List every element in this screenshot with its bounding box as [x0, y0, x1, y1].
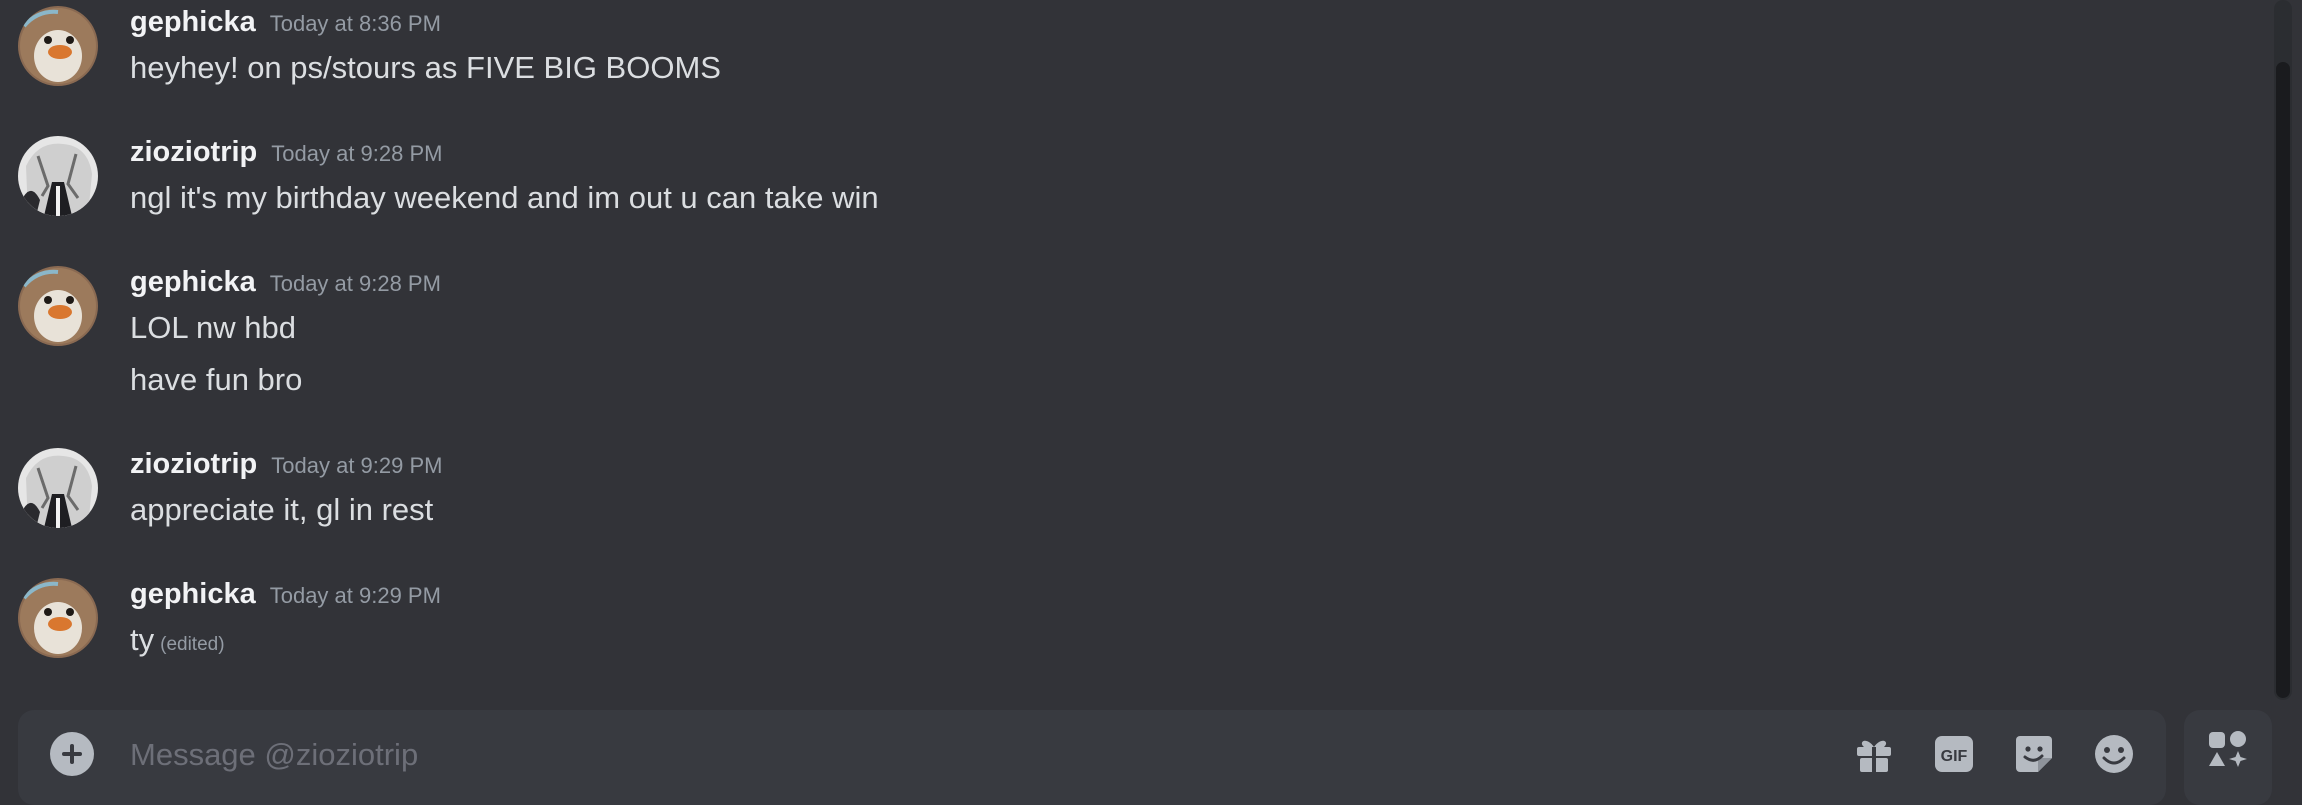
emoji-icon: [2095, 735, 2133, 773]
scrollbar-thumb[interactable]: [2276, 62, 2290, 698]
timestamp[interactable]: Today at 9:28 PM: [271, 141, 442, 166]
message-header: zioziotrip Today at 9:28 PM: [130, 136, 442, 169]
message-header: gephicka Today at 9:28 PM: [130, 266, 441, 299]
message-text: LOL nw hbd: [130, 310, 297, 345]
username[interactable]: gephicka: [130, 6, 256, 38]
sticker-button[interactable]: [2010, 730, 2058, 778]
message-text: appreciate it, gl in rest: [130, 492, 434, 527]
sticker-icon: [2016, 736, 2052, 772]
message-group: zioziotrip Today at 9:28 PM ngl it's my b…: [0, 136, 2270, 236]
message-group: gephicka Today at 8:36 PM heyhey! on ps/s…: [0, 6, 2270, 106]
username[interactable]: zioziotrip: [130, 136, 257, 168]
message-header: zioziotrip Today at 9:29 PM: [130, 448, 442, 481]
avatar-gephicka[interactable]: [18, 578, 98, 658]
message-group: zioziotrip Today at 9:29 PM appreciate it…: [0, 448, 2270, 548]
message-text-content: ty: [130, 622, 155, 657]
avatar-zioziotrip[interactable]: [18, 136, 98, 216]
timestamp[interactable]: Today at 9:29 PM: [271, 453, 442, 478]
message-group: gephicka Today at 9:29 PM ty (edited): [0, 578, 2270, 678]
emoji-button[interactable]: [2090, 730, 2138, 778]
username[interactable]: gephicka: [130, 578, 256, 610]
message-text: ty (edited): [130, 622, 225, 658]
edited-label: (edited): [160, 634, 225, 655]
message-text: heyhey! on ps/stours as FIVE BIG BOOMS: [130, 50, 721, 85]
username[interactable]: zioziotrip: [130, 448, 257, 480]
plus-circle-icon: [62, 744, 82, 764]
attach-button[interactable]: [50, 732, 94, 776]
gif-button[interactable]: GIF: [1930, 730, 1978, 778]
avatar-gephicka[interactable]: [18, 266, 98, 346]
gift-icon: [1857, 740, 1891, 772]
apps-icon: [2209, 730, 2247, 767]
message-list: gephicka Today at 8:36 PM heyhey! on ps/s…: [0, 0, 2270, 700]
timestamp[interactable]: Today at 9:29 PM: [270, 583, 441, 608]
gift-button[interactable]: [1850, 730, 1898, 778]
timestamp[interactable]: Today at 9:28 PM: [270, 271, 441, 296]
message-text: ngl it's my birthday weekend and im out …: [130, 180, 879, 215]
message-text: have fun bro: [130, 362, 303, 397]
timestamp[interactable]: Today at 8:36 PM: [270, 11, 441, 36]
username[interactable]: gephicka: [130, 266, 256, 298]
gif-icon: GIF: [1935, 736, 1973, 772]
message-input[interactable]: [128, 726, 1732, 784]
avatar-gephicka[interactable]: [18, 6, 98, 86]
message-group: gephicka Today at 9:28 PM LOL nw hbd have…: [0, 266, 2270, 406]
gif-label: GIF: [1941, 748, 1968, 765]
avatar-zioziotrip[interactable]: [18, 448, 98, 528]
apps-button[interactable]: [2184, 710, 2272, 805]
message-header: gephicka Today at 8:36 PM: [130, 6, 441, 39]
message-header: gephicka Today at 9:29 PM: [130, 578, 441, 611]
